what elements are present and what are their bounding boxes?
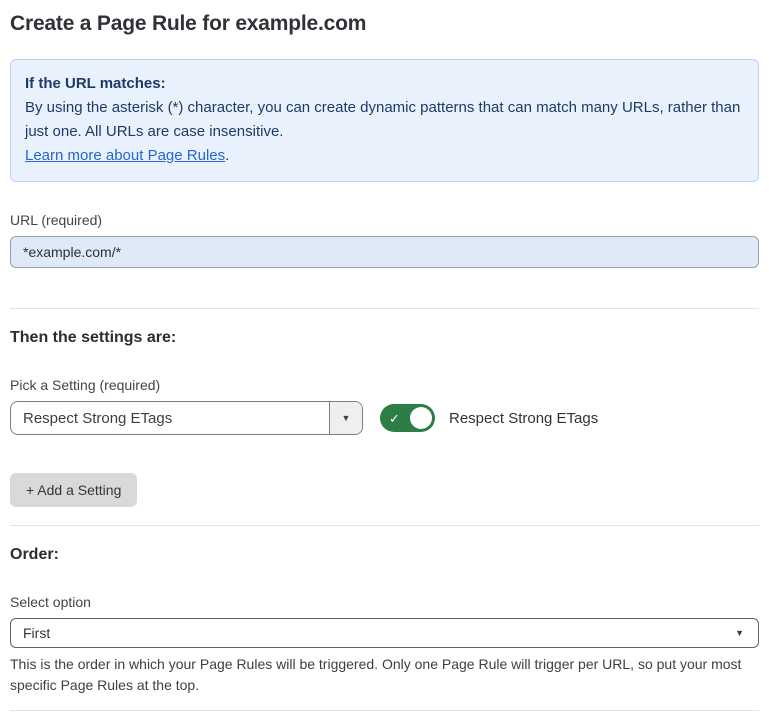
info-box-link-line: Learn more about Page Rules. xyxy=(25,144,744,168)
url-field-label: URL (required) xyxy=(10,212,759,228)
check-icon: ✓ xyxy=(389,412,400,425)
url-input[interactable] xyxy=(10,236,759,268)
url-match-info-box: If the URL matches: By using the asteris… xyxy=(10,59,759,182)
info-box-body: By using the asterisk (*) character, you… xyxy=(25,96,744,144)
order-select-value: First xyxy=(23,625,735,641)
setting-select[interactable]: Respect Strong ETags ▼ xyxy=(10,401,363,435)
divider xyxy=(10,710,759,711)
link-suffix: . xyxy=(225,147,229,164)
toggle-label: Respect Strong ETags xyxy=(449,410,598,427)
toggle-knob xyxy=(410,407,432,429)
setting-select-arrow-button[interactable]: ▼ xyxy=(329,402,362,434)
page-title: Create a Page Rule for example.com xyxy=(10,12,759,36)
caret-down-icon: ▼ xyxy=(735,629,744,638)
create-page-rule-form: Create a Page Rule for example.com If th… xyxy=(0,0,769,718)
settings-section-heading: Then the settings are: xyxy=(10,329,759,347)
caret-down-icon: ▼ xyxy=(342,414,351,423)
pick-setting-label: Pick a Setting (required) xyxy=(10,377,759,393)
learn-more-link[interactable]: Learn more about Page Rules xyxy=(25,147,225,164)
add-setting-button[interactable]: + Add a Setting xyxy=(10,473,137,507)
divider xyxy=(10,525,759,526)
setting-select-value: Respect Strong ETags xyxy=(11,402,329,434)
setting-toggle[interactable]: ✓ xyxy=(380,404,435,432)
order-select[interactable]: First ▼ xyxy=(10,618,759,648)
setting-row: Respect Strong ETags ▼ ✓ Respect Strong … xyxy=(10,401,759,435)
order-select-label: Select option xyxy=(10,594,759,610)
order-section-heading: Order: xyxy=(10,546,759,564)
info-box-heading: If the URL matches: xyxy=(25,72,744,96)
order-help-text: This is the order in which your Page Rul… xyxy=(10,654,755,696)
divider xyxy=(10,308,759,309)
